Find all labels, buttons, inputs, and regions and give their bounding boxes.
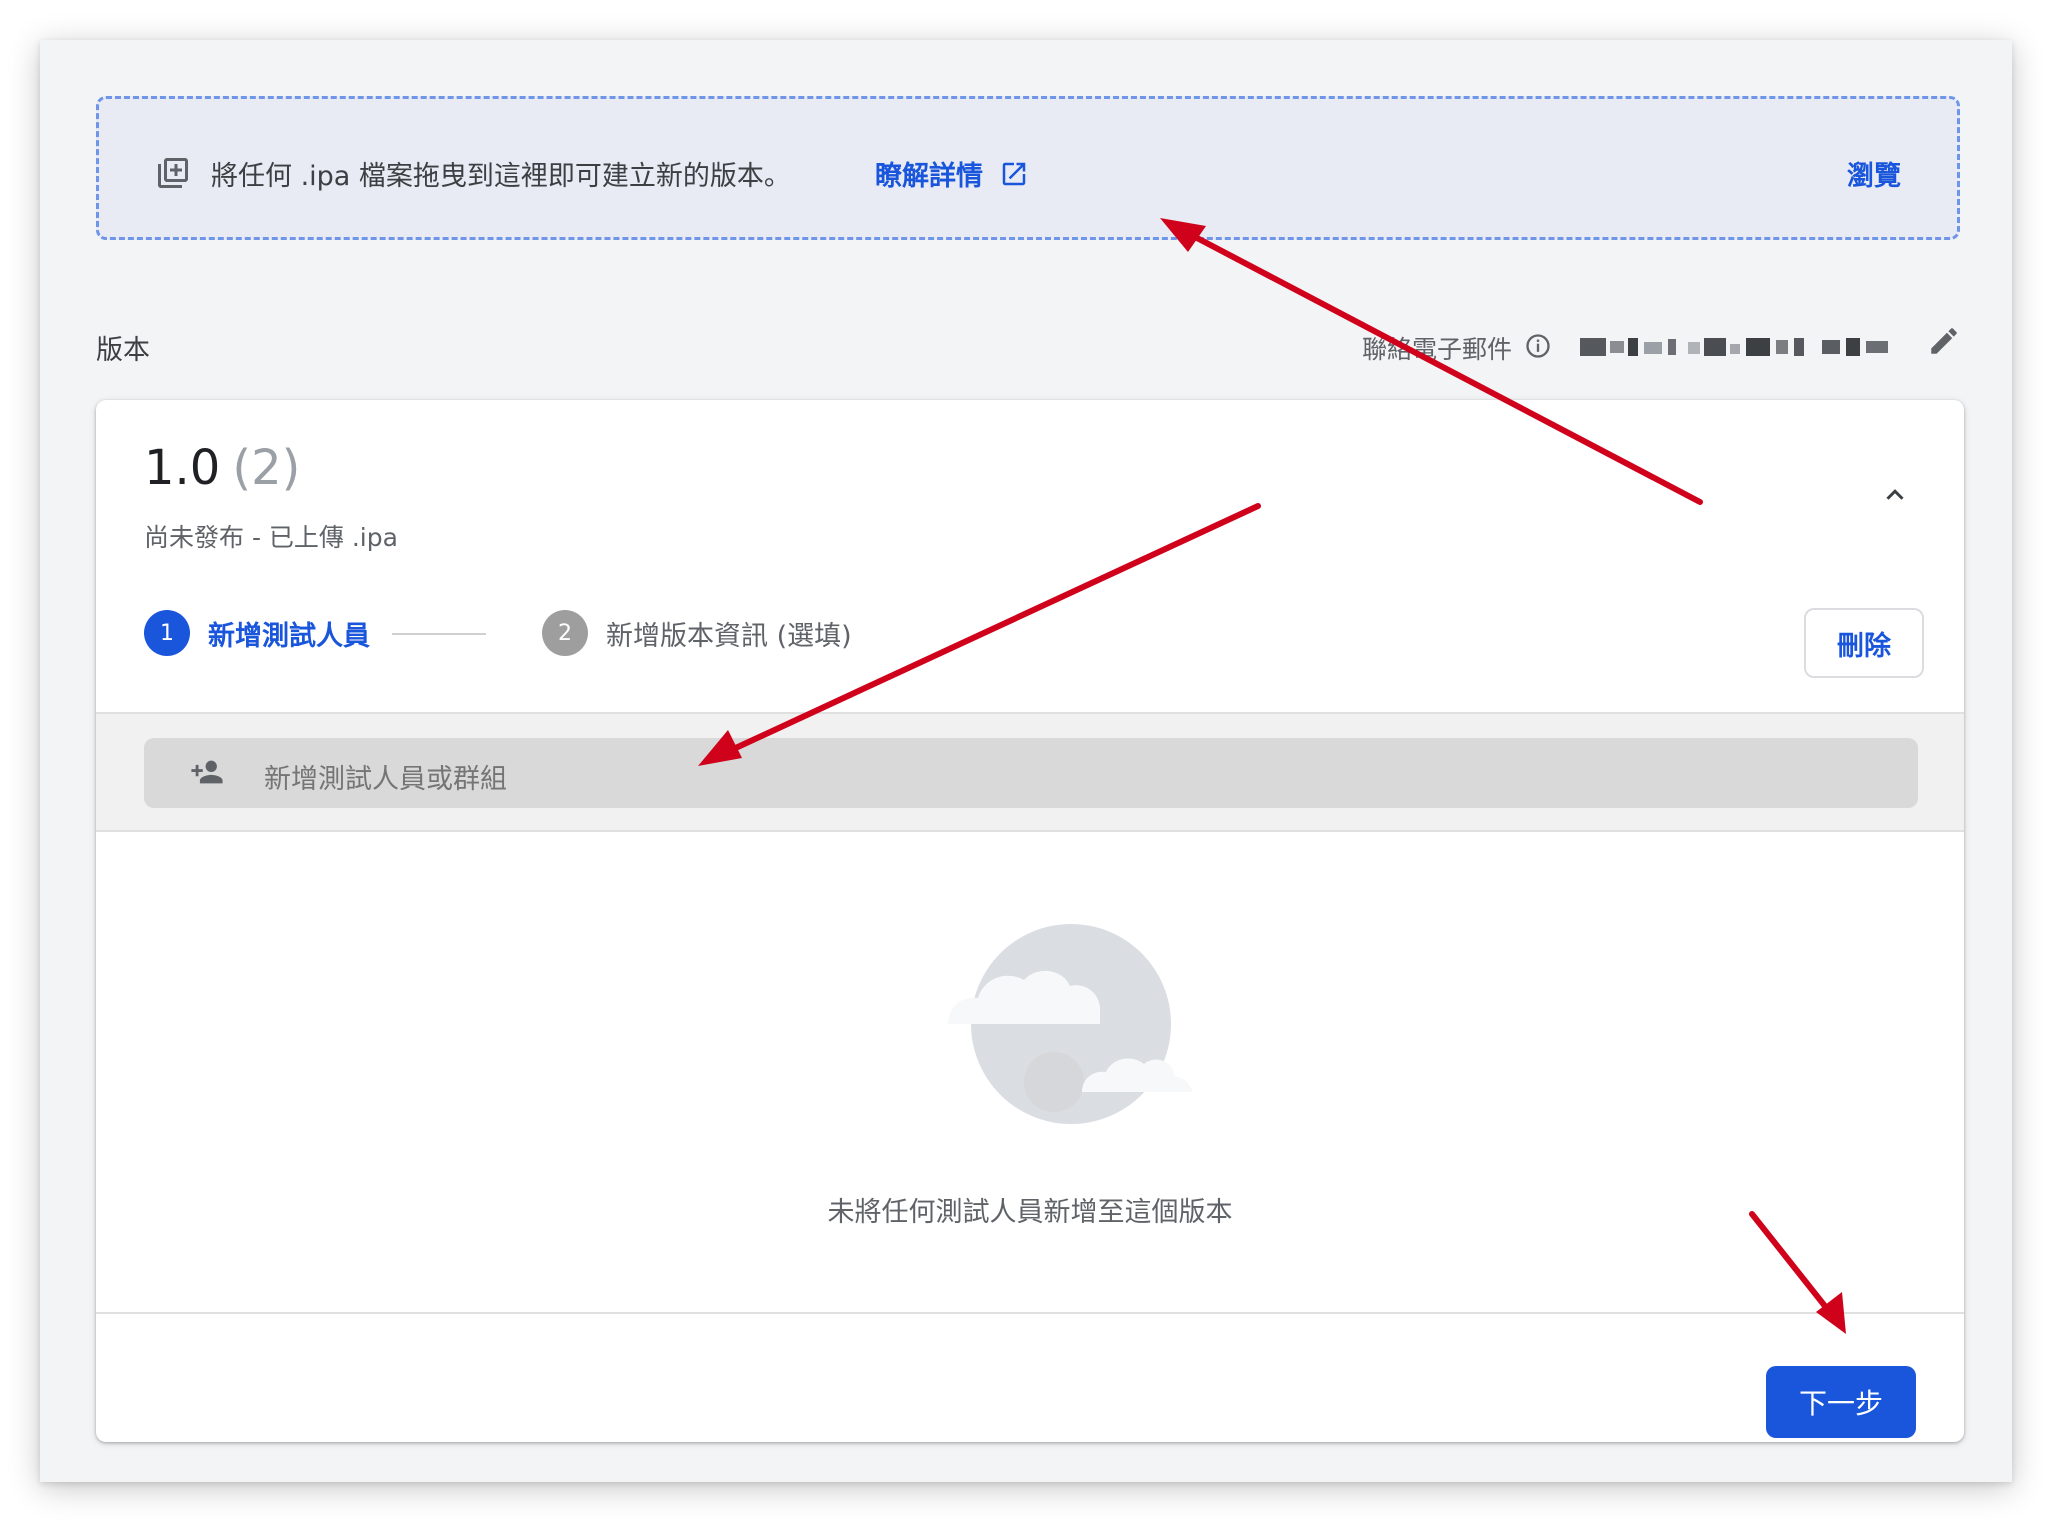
release-status: 尚未發布 - 已上傳 .ipa (144, 523, 398, 552)
footer-divider (96, 1312, 1964, 1314)
search-placeholder: 新增測試人員或群組 (264, 764, 507, 795)
browse-button[interactable]: 瀏覽 (1847, 154, 1901, 193)
release-version: 1.0 (2) (144, 440, 300, 496)
info-icon[interactable] (1524, 332, 1552, 360)
step-number: 1 (144, 610, 190, 656)
delete-button[interactable]: 刪除 (1804, 608, 1924, 678)
person-add-icon (191, 760, 223, 784)
contact-email-label: 聯絡電子郵件 (1362, 335, 1513, 364)
empty-state-cloud-illustration (948, 924, 1192, 1124)
step-number: 2 (542, 610, 588, 656)
empty-state-message: 未將任何測試人員新增至這個版本 (827, 1197, 1233, 1228)
step-release-notes[interactable]: 2 新增版本資訊 (選填) (542, 610, 852, 656)
redacted-email-value (1580, 338, 1888, 356)
release-card: 1.0 (2) 尚未發布 - 已上傳 .ipa 1 新增測試人員 2 新增版本資訊… (96, 400, 1964, 1442)
step-label: 新增版本資訊 (選填) (606, 620, 852, 652)
open-in-new-icon[interactable] (999, 159, 1029, 189)
next-button[interactable]: 下一步 (1766, 1366, 1916, 1438)
learn-more-link[interactable]: 瞭解詳情 (875, 154, 983, 193)
step-add-testers[interactable]: 1 新增測試人員 (144, 610, 370, 656)
step-connector (392, 633, 486, 635)
tester-search-input[interactable]: 新增測試人員或群組 (144, 738, 1918, 808)
add-to-library-icon (158, 158, 188, 188)
dropzone-instruction: 將任何 .ipa 檔案拖曳到這裡即可建立新的版本。 (211, 161, 791, 192)
pencil-icon[interactable] (1927, 324, 1961, 358)
ipa-dropzone[interactable]: 將任何 .ipa 檔案拖曳到這裡即可建立新的版本。 瞭解詳情 瀏覽 (96, 96, 1960, 240)
chevron-up-icon[interactable] (1880, 480, 1910, 510)
build-number: (2) (232, 440, 301, 496)
app-frame: 將任何 .ipa 檔案拖曳到這裡即可建立新的版本。 瞭解詳情 瀏覽 版本 聯絡電… (40, 40, 2012, 1482)
tester-search-bar: 新增測試人員或群組 (96, 712, 1964, 832)
version-number: 1.0 (144, 440, 221, 496)
step-label: 新增測試人員 (208, 620, 370, 652)
section-title: 版本 (96, 335, 150, 366)
